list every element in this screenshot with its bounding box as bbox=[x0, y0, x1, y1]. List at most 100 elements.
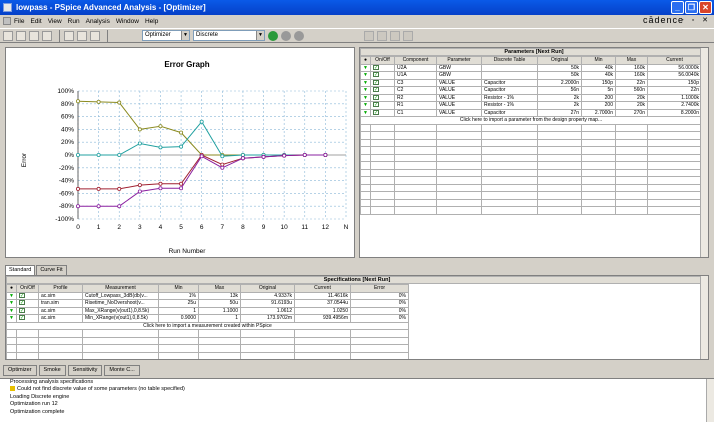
table-cell[interactable]: 0% bbox=[350, 299, 409, 308]
table-cell[interactable]: 1.1000 bbox=[198, 306, 241, 315]
row-marker[interactable]: ▼ bbox=[360, 108, 371, 117]
table-cell[interactable]: 160k bbox=[615, 63, 648, 72]
pause-icon[interactable] bbox=[281, 30, 291, 41]
table-cell[interactable]: 2k bbox=[537, 101, 582, 110]
table-cell[interactable]: VALUE bbox=[436, 78, 482, 87]
table-cell[interactable]: 150p bbox=[581, 78, 616, 87]
table-cell[interactable]: 939.4956m bbox=[294, 314, 351, 323]
menu-run[interactable]: Run bbox=[68, 18, 80, 25]
row-marker[interactable]: ▼ bbox=[360, 101, 371, 110]
table-cell[interactable]: 27n bbox=[537, 108, 582, 117]
table-cell[interactable]: 1% bbox=[158, 291, 199, 300]
table-cell[interactable]: 91.6193u bbox=[240, 299, 295, 308]
table-cell[interactable]: 37.0544u bbox=[294, 299, 351, 308]
enable-checkbox[interactable]: ✓ bbox=[370, 63, 395, 72]
table-cell[interactable]: Cutoff_Lowpass_3dB(db(v... bbox=[82, 291, 159, 300]
row-marker[interactable]: ▼ bbox=[360, 63, 371, 72]
table-row[interactable]: ▼ ✓ ac.sim Cutoff_Lowpass_3dB(db(v... 1% 13k 4… bbox=[6, 291, 409, 300]
table-cell[interactable]: 25u bbox=[158, 299, 199, 308]
table-cell[interactable]: ac.sim bbox=[38, 291, 83, 300]
table-cell[interactable]: 0% bbox=[350, 314, 409, 323]
table-cell[interactable]: 1.0250 bbox=[294, 306, 351, 315]
restore-button[interactable]: ❐ bbox=[685, 1, 698, 14]
table-cell[interactable]: 50u bbox=[198, 299, 241, 308]
table-row[interactable]: ▼ ✓ ac.sim Max_XRange(v(out1),0,8.5k) 1 1.100… bbox=[6, 306, 409, 315]
table-cell[interactable]: Min_XRange(v(out1),0,8.5k) bbox=[82, 314, 159, 323]
table-cell[interactable]: VALUE bbox=[436, 108, 482, 117]
enable-checkbox[interactable]: ✓ bbox=[16, 291, 39, 300]
table-cell[interactable]: 56.0040k bbox=[647, 71, 702, 80]
table-cell[interactable]: 50k bbox=[537, 71, 582, 80]
enable-checkbox[interactable]: ✓ bbox=[370, 78, 395, 87]
tab-standard[interactable]: Standard bbox=[5, 265, 36, 275]
table-cell[interactable]: ac.sim bbox=[38, 314, 83, 323]
column-header[interactable]: Max bbox=[198, 284, 241, 293]
stop-icon[interactable] bbox=[294, 30, 304, 41]
table-row[interactable]: ▼ ✓ tran.sim Risetime_NoOvershoot(v... 25u 50… bbox=[6, 299, 409, 308]
column-header[interactable]: Error bbox=[350, 284, 409, 293]
table-cell[interactable]: 200 bbox=[581, 101, 616, 110]
row-marker[interactable]: ▼ bbox=[360, 93, 371, 102]
table-cell[interactable] bbox=[481, 63, 538, 72]
table-cell[interactable]: 2.7400k bbox=[647, 101, 702, 110]
row-marker[interactable]: ▼ bbox=[360, 71, 371, 80]
table-cell[interactable]: U2A bbox=[394, 63, 437, 72]
specs-scrollbar[interactable] bbox=[700, 276, 708, 359]
engine-select[interactable]: Optimizer ▼ bbox=[142, 30, 190, 41]
menu-edit[interactable]: Edit bbox=[30, 18, 41, 25]
table-row[interactable]: ▼ ✓ ac.sim Min_XRange(v(out1),0,8.5k) 0.9000… bbox=[6, 314, 409, 323]
enable-checkbox[interactable]: ✓ bbox=[370, 101, 395, 110]
table-cell[interactable]: 13k bbox=[198, 291, 241, 300]
tab-optimizer[interactable]: Optimizer bbox=[3, 365, 37, 376]
table-cell[interactable]: 150p bbox=[647, 78, 702, 87]
enable-checkbox[interactable]: ✓ bbox=[16, 306, 39, 315]
table-cell[interactable]: 0% bbox=[350, 291, 409, 300]
row-marker[interactable]: ▼ bbox=[360, 86, 371, 95]
table-row[interactable]: ▼ ✓ C1 VALUE Capacitor 27n 2.7000n 270n 8.2000n bbox=[360, 108, 702, 117]
table-cell[interactable]: 0% bbox=[350, 306, 409, 315]
column-header[interactable]: Min bbox=[581, 56, 616, 65]
zoom-out-icon[interactable] bbox=[377, 30, 387, 41]
table-cell[interactable]: 173.9702m bbox=[240, 314, 295, 323]
row-marker[interactable]: ▼ bbox=[360, 78, 371, 87]
table-cell[interactable]: 1 bbox=[198, 314, 241, 323]
tab-monte-carlo[interactable]: Monte C... bbox=[104, 365, 140, 376]
column-header[interactable]: Measurement bbox=[82, 284, 159, 293]
table-cell[interactable]: 40k bbox=[581, 63, 616, 72]
table-row[interactable]: ▼ ✓ U2A GBW 50k 40k 160k 56.0000k bbox=[360, 63, 702, 72]
enable-checkbox[interactable]: ✓ bbox=[370, 93, 395, 102]
table-cell[interactable]: 0.9000 bbox=[158, 314, 199, 323]
table-cell[interactable]: 20k bbox=[615, 93, 648, 102]
minimize-button[interactable]: _ bbox=[671, 1, 684, 14]
output-scrollbar[interactable] bbox=[706, 379, 714, 422]
menu-analysis[interactable]: Analysis bbox=[86, 18, 110, 25]
table-cell[interactable]: Risetime_NoOvershoot(v... bbox=[82, 299, 159, 308]
row-marker[interactable]: ▼ bbox=[6, 306, 17, 315]
table-cell[interactable]: VALUE bbox=[436, 93, 482, 102]
menu-help[interactable]: Help bbox=[145, 18, 158, 25]
table-cell[interactable]: GBW bbox=[436, 71, 482, 80]
row-marker[interactable]: ▼ bbox=[6, 291, 17, 300]
zoom-in-icon[interactable] bbox=[364, 30, 374, 41]
table-cell[interactable]: 2k bbox=[537, 93, 582, 102]
copy-icon[interactable] bbox=[77, 30, 87, 41]
table-cell[interactable]: ac.sim bbox=[38, 306, 83, 315]
table-cell[interactable]: VALUE bbox=[436, 86, 482, 95]
table-cell[interactable]: 4.9337k bbox=[240, 291, 295, 300]
table-row[interactable]: ▼ ✓ U1A GBW 50k 40k 160k 56.0040k bbox=[360, 71, 702, 80]
tab-smoke[interactable]: Smoke bbox=[38, 365, 66, 376]
table-cell[interactable]: Max_XRange(v(out1),0,8.5k) bbox=[82, 306, 159, 315]
column-header[interactable]: ● bbox=[360, 56, 371, 65]
import-hint-row[interactable]: Click here to import a parameter from th… bbox=[360, 116, 702, 125]
table-cell[interactable]: 20k bbox=[615, 101, 648, 110]
table-row[interactable]: ▼ ✓ R1 VALUE Resistor - 1% 2k 200 20k 2.7400k bbox=[360, 101, 702, 110]
mdi-controls[interactable]: - ▫ ✕ bbox=[681, 16, 711, 24]
params-scrollbar[interactable] bbox=[700, 48, 708, 257]
table-cell[interactable]: 5n bbox=[581, 86, 616, 95]
table-cell[interactable]: Resistor - 1% bbox=[481, 93, 538, 102]
table-cell[interactable]: tran.sim bbox=[38, 299, 83, 308]
table-row[interactable]: ▼ ✓ R2 VALUE Resistor - 1% 2k 200 20k 1.1000k bbox=[360, 93, 702, 102]
document-icon[interactable] bbox=[3, 17, 11, 25]
print-icon[interactable] bbox=[42, 30, 52, 41]
new-icon[interactable] bbox=[3, 30, 13, 41]
